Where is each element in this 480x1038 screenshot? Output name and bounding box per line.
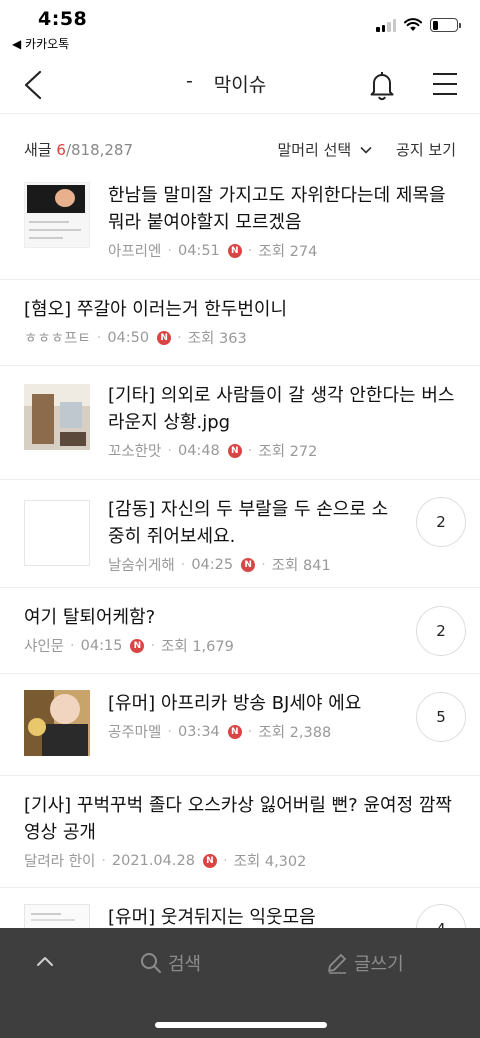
new-badge-icon: N	[202, 853, 217, 868]
write-label: 글쓰기	[354, 954, 404, 975]
post-views: 조회 274	[258, 244, 318, 260]
header-filter-dropdown[interactable]: 말머리 선택	[277, 139, 372, 160]
post-meta: 아프리엔 · 04:51 N · 조회 274	[108, 240, 458, 261]
battery-icon	[430, 18, 461, 32]
post-time: 04:15	[80, 637, 123, 654]
post-author: 날숨쉬게해	[108, 558, 175, 574]
notice-button[interactable]: 공지 보기	[396, 139, 456, 160]
post-thumbnail	[24, 690, 90, 756]
post-title: [유머] 아프리카 방송 BJ세야 에요	[108, 693, 362, 714]
new-badge-icon: N	[227, 443, 242, 458]
post-item[interactable]: [혐오] 쭈갈아 이러는거 한두번이니 ㅎㅎㅎ프ㅌ · 04:50 N · 조회 36…	[0, 280, 480, 366]
search-label: 검색	[168, 954, 202, 975]
new-badge-icon: N	[130, 638, 145, 653]
post-item[interactable]: 여기 탈퇴어케함? 샤인문 · 04:15 N · 조회 1,679 2	[0, 588, 480, 674]
post-item[interactable]: [기타] 의외로 사람들이 갈 생각 안한다는 버스라운지 상황.jpg 꼬소한…	[0, 366, 480, 480]
post-meta: 샤인문 · 04:15 N · 조회 1,679	[24, 635, 394, 656]
search-icon	[141, 953, 161, 973]
post-author: 꼬소한맛	[108, 444, 162, 460]
new-label: 새글	[24, 141, 52, 159]
new-badge-icon: N	[227, 724, 242, 739]
post-views: 조회 841	[271, 558, 331, 574]
post-title: [기사] 꾸벅꾸벅 졸다 오스카상 잃어버릴 뻔? 윤여정 깜짝영상 공개	[24, 795, 452, 843]
post-item[interactable]: [감동] 자신의 두 부랄을 두 손으로 소중히 쥐어보세요. 날숨쉬게해 · 0…	[0, 480, 480, 588]
post-title: 여기 탈퇴어케함?	[24, 607, 156, 628]
post-thumbnail	[24, 182, 90, 248]
post-meta: 공주마멜 · 03:34 N · 조회 2,388	[108, 721, 394, 742]
write-button[interactable]: 글쓰기	[326, 950, 404, 976]
post-time: 04:50	[107, 329, 150, 346]
menu-icon[interactable]	[432, 70, 458, 98]
post-meta: 날숨쉬게해 · 04:25 N · 조회 841	[108, 554, 394, 575]
list-header: 새글 6/818,287 말머리 선택 공지 보기	[0, 114, 480, 182]
post-thumbnail	[24, 500, 90, 566]
post-views: 조회 272	[258, 444, 318, 460]
post-author: 샤인문	[24, 639, 65, 655]
comment-count[interactable]: 2	[416, 606, 466, 656]
new-post-count: 새글 6/818,287	[24, 139, 133, 160]
pencil-icon	[328, 954, 346, 974]
status-time: 4:58	[38, 8, 88, 30]
post-item[interactable]: [기사] 꾸벅꾸벅 졸다 오스카상 잃어버릴 뻔? 윤여정 깜짝영상 공개 달려…	[0, 776, 480, 888]
new-badge-icon: N	[241, 557, 256, 572]
comment-count[interactable]: 5	[416, 692, 466, 742]
signal-icon	[376, 18, 396, 32]
new-count-value: 6	[56, 141, 66, 159]
post-time: 03:34	[177, 723, 220, 740]
home-indicator[interactable]	[155, 1022, 327, 1028]
post-thumbnail	[24, 384, 90, 450]
post-title: [기타] 의외로 사람들이 갈 생각 안한다는 버스라운지 상황.jpg	[108, 385, 455, 433]
post-meta: 꼬소한맛 · 04:48 N · 조회 272	[108, 440, 458, 461]
post-time: 04:51	[177, 242, 220, 259]
post-title: [혐오] 쭈갈아 이러는거 한두번이니	[24, 299, 288, 320]
wifi-icon	[404, 18, 422, 31]
top-nav: - 막이슈	[0, 56, 480, 114]
new-badge-icon: N	[227, 243, 242, 258]
post-views: 조회 2,388	[258, 725, 332, 741]
total-count: /818,287	[65, 141, 134, 159]
post-author: 공주마멜	[108, 725, 162, 741]
back-to-app-link[interactable]: ◀ 카카오톡	[12, 35, 69, 52]
status-icons	[376, 18, 461, 32]
post-title: 한남들 말미잘 가지고도 자위한다는데 제목을 뭐라 붙여야할지 모르겠음	[108, 185, 446, 233]
status-bar: 4:58 ◀ 카카오톡	[0, 0, 480, 56]
post-title: [유머] 웃겨뒤지는 익웃모음	[108, 907, 316, 928]
post-time: 04:25	[191, 556, 234, 573]
post-time: 2021.04.28	[111, 852, 195, 869]
bell-icon[interactable]	[364, 67, 400, 103]
post-views: 조회 1,679	[161, 639, 234, 655]
chevron-up-icon[interactable]	[32, 948, 58, 974]
filter-label: 말머리 선택	[277, 141, 352, 159]
post-author: 달려라 한이	[24, 854, 96, 870]
post-time: 04:48	[177, 442, 220, 459]
post-meta: 달려라 한이 · 2021.04.28 N · 조회 4,302	[24, 850, 458, 871]
comment-count[interactable]: 2	[416, 497, 466, 547]
chevron-down-icon	[360, 146, 372, 154]
post-meta: ㅎㅎㅎ프ㅌ · 04:50 N · 조회 363	[24, 327, 458, 348]
search-button[interactable]: 검색	[140, 950, 201, 976]
post-author: 아프리엔	[108, 244, 162, 260]
post-item[interactable]: 한남들 말미잘 가지고도 자위한다는데 제목을 뭐라 붙여야할지 모르겠음 아프…	[0, 182, 480, 280]
new-badge-icon: N	[157, 330, 172, 345]
post-author: ㅎㅎㅎ프ㅌ	[24, 331, 91, 347]
post-title: [감동] 자신의 두 부랄을 두 손으로 소중히 쥐어보세요.	[108, 499, 389, 547]
post-views: 조회 363	[187, 331, 247, 347]
post-item[interactable]: [유머] 아프리카 방송 BJ세야 에요 공주마멜 · 03:34 N · 조회 2,…	[0, 674, 480, 776]
post-views: 조회 4,302	[233, 854, 307, 870]
page-title: 막이슈	[213, 74, 267, 96]
